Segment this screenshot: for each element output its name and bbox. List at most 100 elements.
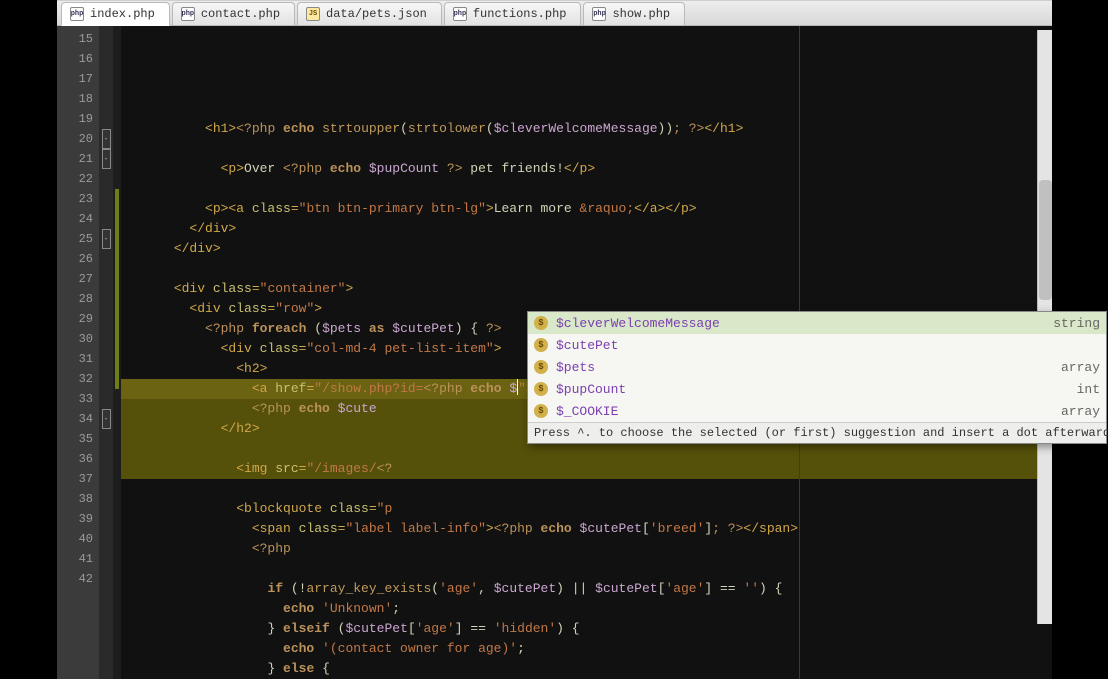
- vcs-change-marker: [115, 369, 119, 389]
- line-number[interactable]: 20: [57, 129, 99, 149]
- line-number[interactable]: 31: [57, 349, 99, 369]
- code-line[interactable]: <blockquote class="p: [121, 499, 1052, 519]
- code-line[interactable]: <div class="container">: [121, 279, 1052, 299]
- variable-kind-icon: $: [534, 360, 548, 374]
- suggestion-type: string: [1053, 316, 1100, 331]
- variable-kind-icon: $: [534, 338, 548, 352]
- line-number[interactable]: 40: [57, 529, 99, 549]
- line-number[interactable]: 23: [57, 189, 99, 209]
- code-line[interactable]: [121, 179, 1052, 199]
- line-number[interactable]: 24: [57, 209, 99, 229]
- line-number[interactable]: 27: [57, 269, 99, 289]
- line-number[interactable]: 25: [57, 229, 99, 249]
- line-number[interactable]: 16: [57, 49, 99, 69]
- line-number[interactable]: 41: [57, 549, 99, 569]
- autocomplete-item[interactable]: $ $pets array: [528, 356, 1106, 378]
- fold-toggle-icon[interactable]: -: [102, 229, 111, 249]
- suggestion-name: $pupCount: [556, 382, 626, 397]
- fold-toggle-icon[interactable]: -: [102, 149, 111, 169]
- autocomplete-footer: Press ^. to choose the selected (or firs…: [528, 422, 1106, 443]
- line-number[interactable]: 39: [57, 509, 99, 529]
- suggestion-name: $pets: [556, 360, 595, 375]
- code-line[interactable]: </div>: [121, 219, 1052, 239]
- code-line[interactable]: [121, 559, 1052, 579]
- code-line[interactable]: [121, 139, 1052, 159]
- code-line[interactable]: <p>Over <?php echo $pupCount ?> pet frie…: [121, 159, 1052, 179]
- line-number[interactable]: 32: [57, 369, 99, 389]
- php-file-icon: php: [70, 7, 84, 21]
- line-number[interactable]: 22: [57, 169, 99, 189]
- php-file-icon: php: [453, 7, 467, 21]
- code-line[interactable]: <span class="label label-info"><?php ech…: [121, 519, 1052, 539]
- line-number[interactable]: 38: [57, 489, 99, 509]
- line-number[interactable]: 34: [57, 409, 99, 429]
- line-number[interactable]: 42: [57, 569, 99, 589]
- editor-area: 1516171819202122232425262728293031323334…: [57, 26, 1052, 679]
- ide-window: phpindex.phpphpcontact.phpJSdata/pets.js…: [57, 0, 1052, 624]
- line-number[interactable]: 35: [57, 429, 99, 449]
- line-number[interactable]: 29: [57, 309, 99, 329]
- line-number[interactable]: 36: [57, 449, 99, 469]
- autocomplete-popup[interactable]: $ $cleverWelcomeMessage string $ $cutePet $ $p…: [527, 311, 1107, 444]
- vcs-change-marker: [115, 289, 119, 309]
- tab-label: contact.php: [201, 7, 280, 21]
- line-number[interactable]: 17: [57, 69, 99, 89]
- line-number[interactable]: 26: [57, 249, 99, 269]
- vcs-change-marker: [115, 249, 119, 269]
- suggestion-type: array: [1061, 404, 1100, 419]
- code-line[interactable]: <p><a class="btn btn-primary btn-lg">Lea…: [121, 199, 1052, 219]
- suggestion-name: $cutePet: [556, 338, 618, 353]
- line-number[interactable]: 19: [57, 109, 99, 129]
- autocomplete-item[interactable]: $ $cleverWelcomeMessage string: [528, 312, 1106, 334]
- line-number-gutter[interactable]: 1516171819202122232425262728293031323334…: [57, 26, 99, 679]
- code-line[interactable]: [121, 259, 1052, 279]
- vcs-change-marker: [115, 209, 119, 229]
- line-number[interactable]: 33: [57, 389, 99, 409]
- code-line[interactable]: } else {: [121, 659, 1052, 679]
- suggestion-name: $cleverWelcomeMessage: [556, 316, 720, 331]
- code-line[interactable]: echo '(contact owner for age)';: [121, 639, 1052, 659]
- code-line[interactable]: if (!array_key_exists('age', $cutePet) |…: [121, 579, 1052, 599]
- code-line[interactable]: </div>: [121, 239, 1052, 259]
- tab-label: data/pets.json: [326, 7, 427, 21]
- autocomplete-item[interactable]: $ $cutePet: [528, 334, 1106, 356]
- js-file-icon: JS: [306, 7, 320, 21]
- suggestion-type: int: [1077, 382, 1100, 397]
- line-number[interactable]: 37: [57, 469, 99, 489]
- line-number[interactable]: 18: [57, 89, 99, 109]
- vcs-change-marker: [115, 229, 119, 249]
- vcs-gutter: [113, 26, 121, 679]
- code-line[interactable]: } elseif ($cutePet['age'] == 'hidden') {: [121, 619, 1052, 639]
- tab-data-pets-json[interactable]: JS data/pets.json: [297, 2, 442, 26]
- code-line[interactable]: echo 'Unknown';: [121, 599, 1052, 619]
- scrollbar-thumb[interactable]: [1039, 180, 1052, 300]
- fold-toggle-icon[interactable]: -: [102, 129, 111, 149]
- line-number[interactable]: 15: [57, 29, 99, 49]
- line-number[interactable]: 30: [57, 329, 99, 349]
- code-line[interactable]: [121, 479, 1052, 499]
- variable-kind-icon: $: [534, 382, 548, 396]
- vcs-change-marker: [115, 329, 119, 349]
- code-area[interactable]: $$cleverWelcomeMessagestring$$cutePet$$p…: [121, 26, 1052, 679]
- fold-toggle-icon[interactable]: -: [102, 409, 111, 429]
- line-number[interactable]: 28: [57, 289, 99, 309]
- code-line[interactable]: <h1><?php echo strtoupper(strtolower($cl…: [121, 119, 1052, 139]
- vcs-change-marker: [115, 309, 119, 329]
- fold-gutter[interactable]: ----: [99, 26, 113, 679]
- vcs-change-marker: [115, 189, 119, 209]
- suggestion-name: $_COOKIE: [556, 404, 618, 419]
- autocomplete-item[interactable]: $ $pupCount int: [528, 378, 1106, 400]
- code-line[interactable]: <img src="/images/<?: [121, 459, 1052, 479]
- code-line[interactable]: <?php: [121, 539, 1052, 559]
- php-file-icon: php: [592, 7, 606, 21]
- tab-contact-php[interactable]: phpcontact.php: [172, 2, 295, 26]
- tab-label: functions.php: [473, 7, 567, 21]
- variable-kind-icon: $: [534, 316, 548, 330]
- tab-index-php[interactable]: phpindex.php: [61, 2, 170, 26]
- autocomplete-item[interactable]: $$_COOKIEarray: [528, 400, 1106, 422]
- line-number[interactable]: 21: [57, 149, 99, 169]
- autocomplete-hint: Press ^. to choose the selected (or firs…: [534, 426, 1108, 440]
- suggestion-type: array: [1061, 360, 1100, 375]
- tab-functions-php[interactable]: php functions.php: [444, 2, 582, 26]
- tab-show-php[interactable]: phpshow.php: [583, 2, 685, 26]
